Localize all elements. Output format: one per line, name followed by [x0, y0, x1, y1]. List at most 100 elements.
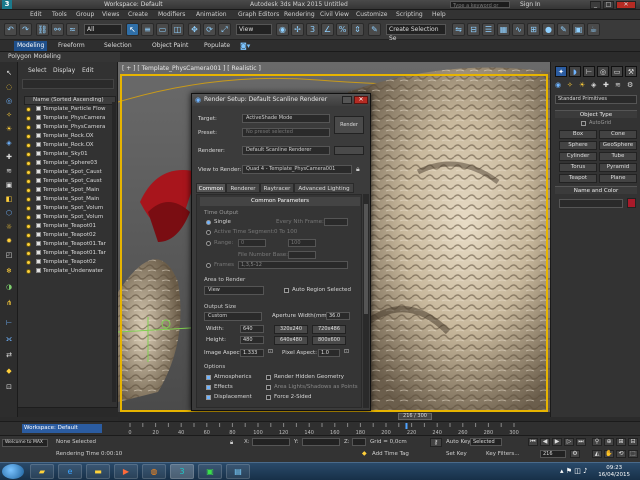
tab-raytracer[interactable]: Raytracer [260, 183, 294, 193]
motion-tab-icon[interactable]: ◎ [597, 66, 609, 77]
lock-icon[interactable]: ⊡ [3, 382, 15, 392]
visibility-bulb-icon[interactable] [26, 242, 31, 247]
menu-edit[interactable]: Edit [30, 11, 42, 18]
taskbar-camtasia-icon[interactable]: ▣ [198, 464, 222, 479]
image-aspect-spinner[interactable]: 1.333 [240, 349, 264, 357]
visibility-bulb-icon[interactable] [26, 251, 31, 256]
menu-rendering[interactable]: Rendering [284, 11, 315, 18]
visibility-bulb-icon[interactable] [26, 188, 31, 193]
sign-in-link[interactable]: Sign In [520, 1, 541, 8]
list-item[interactable]: Template_Rock.OX [24, 141, 116, 150]
add-time-tag-button[interactable]: Add Time Tag [372, 451, 409, 457]
explorer-scrollbar[interactable] [112, 102, 116, 402]
area-lights-checkbox[interactable] [266, 385, 271, 390]
time-slider-thumb[interactable]: 216 / 300 [398, 413, 432, 420]
next-frame-icon[interactable]: ▷ [564, 438, 574, 446]
render-button[interactable]: Render [334, 116, 364, 134]
dependencies-icon[interactable]: ⟗ [3, 334, 15, 344]
current-frame-marker[interactable] [405, 423, 408, 429]
dialog-close-button[interactable]: ✕ [354, 96, 368, 104]
snaps-toggle-icon[interactable]: 3 [306, 23, 319, 36]
lock-view-icon[interactable]: 🔒︎ [356, 165, 360, 174]
list-item[interactable]: Template_Teapot02 [24, 231, 116, 240]
display-shapes-icon[interactable]: ✧ [3, 110, 15, 120]
ribbon-tab-populate[interactable]: Populate [204, 42, 230, 49]
select-icon[interactable]: ↖ [3, 68, 15, 78]
list-item[interactable]: Template_Teapot01.Tar [24, 240, 116, 249]
rotate-icon[interactable]: ⟳ [203, 23, 216, 36]
key-filters-button[interactable]: Key Filters... [486, 451, 519, 457]
visibility-bulb-icon[interactable] [26, 116, 31, 121]
width-spinner[interactable]: 640 [240, 325, 264, 333]
display-xrefs-icon[interactable]: ⬡ [3, 208, 15, 218]
menu-animation[interactable]: Animation [196, 11, 227, 18]
common-parameters-rollout[interactable]: Common Parameters [200, 197, 360, 206]
window-crossing-icon[interactable]: ◫ [171, 23, 184, 36]
visibility-bulb-icon[interactable] [26, 161, 31, 166]
link-icon[interactable]: ⛓ [36, 23, 49, 36]
height-spinner[interactable]: 480 [240, 336, 264, 344]
explorer-menu-select[interactable]: Select [28, 67, 47, 74]
range-radio[interactable] [206, 241, 211, 246]
displacement-checkbox[interactable] [206, 395, 211, 400]
render-setup-icon[interactable]: ✎ [557, 23, 570, 36]
list-item[interactable]: Template_Underwater [24, 267, 116, 276]
dialog-scrollbar[interactable] [363, 194, 369, 408]
rendered-frame-window-icon[interactable]: ▣ [572, 23, 585, 36]
object-color-swatch[interactable] [627, 198, 636, 208]
aperture-width-spinner[interactable]: 36.0 [326, 312, 350, 320]
x-coordinate-input[interactable] [252, 438, 290, 446]
curve-editor-icon[interactable]: ∿ [512, 23, 525, 36]
display-cameras-icon[interactable]: ◈ [3, 138, 15, 148]
name-and-color-rollout[interactable]: Name and Color [555, 186, 637, 194]
explorer-search-input[interactable] [22, 79, 114, 89]
visibility-bulb-icon[interactable] [26, 206, 31, 211]
list-item[interactable]: Template_Teapot02 [24, 258, 116, 267]
list-item[interactable]: Template_Sphere03 [24, 159, 116, 168]
close-button[interactable]: ✕ [616, 1, 636, 9]
display-hidden-icon[interactable]: ◑ [3, 282, 15, 292]
visibility-bulb-icon[interactable] [26, 233, 31, 238]
autogrid-checkbox[interactable] [581, 121, 586, 126]
visibility-bulb-icon[interactable] [26, 179, 31, 184]
lights-icon[interactable]: ☀ [579, 81, 585, 89]
display-children-icon[interactable]: ⋔ [3, 298, 15, 308]
visibility-bulb-icon[interactable] [26, 269, 31, 274]
systems-icon[interactable]: ⚙ [627, 81, 633, 89]
visibility-bulb-icon[interactable] [26, 215, 31, 220]
display-frozen-icon[interactable]: ❄ [3, 266, 15, 276]
current-frame-input[interactable]: 216 [540, 450, 566, 458]
app-logo-icon[interactable]: 3 [2, 0, 12, 9]
menu-scripting[interactable]: Scripting [396, 11, 423, 18]
pan-icon[interactable]: ✋ [604, 450, 614, 458]
active-segment-radio[interactable] [206, 230, 211, 235]
align-icon[interactable]: ⊟ [467, 23, 480, 36]
display-containers-icon[interactable]: ◧ [3, 194, 15, 204]
ribbon-toggle-icon[interactable]: ◙▾ [240, 42, 250, 50]
field-of-view-icon[interactable]: ◭ [592, 450, 602, 458]
y-coordinate-input[interactable] [302, 438, 340, 446]
list-item[interactable]: Template_Spot_Main [24, 186, 116, 195]
list-item[interactable]: Template_Spot_Volum [24, 204, 116, 213]
display-lights-icon[interactable]: ☀ [3, 124, 15, 134]
ribbon-tab-selection[interactable]: Selection [104, 42, 132, 49]
object-type-rollout[interactable]: Object Type [555, 110, 637, 118]
preset-dropdown[interactable]: No preset selected [242, 128, 330, 137]
viewport-label[interactable]: [ + ] [ Template_PhysCamera001 ] [ Reali… [122, 65, 261, 72]
visibility-bulb-icon[interactable] [26, 224, 31, 229]
maximize-viewport-icon[interactable]: ⬚ [628, 450, 638, 458]
schematic-view-icon[interactable]: ⊞ [527, 23, 540, 36]
rect-selection-icon[interactable]: ▭ [156, 23, 169, 36]
tab-renderer[interactable]: Renderer [226, 183, 260, 193]
every-nth-spinner[interactable] [324, 218, 348, 226]
preset-320x240-button[interactable]: 320x240 [274, 325, 308, 334]
tube-button[interactable]: Tube [599, 152, 637, 161]
list-item[interactable]: Template_Teapot01 [24, 222, 116, 231]
force-2-sided-checkbox[interactable] [266, 395, 271, 400]
material-editor-icon[interactable]: ● [542, 23, 555, 36]
range-from-spinner[interactable]: 0 [238, 239, 266, 247]
undo-icon[interactable]: ↶ [4, 23, 17, 36]
search-input[interactable]: Type a keyword or phrase [450, 1, 510, 16]
renderer-dropdown[interactable]: Default Scanline Renderer [242, 146, 330, 155]
lock-aspect-icon[interactable]: ⊡ [268, 348, 273, 355]
